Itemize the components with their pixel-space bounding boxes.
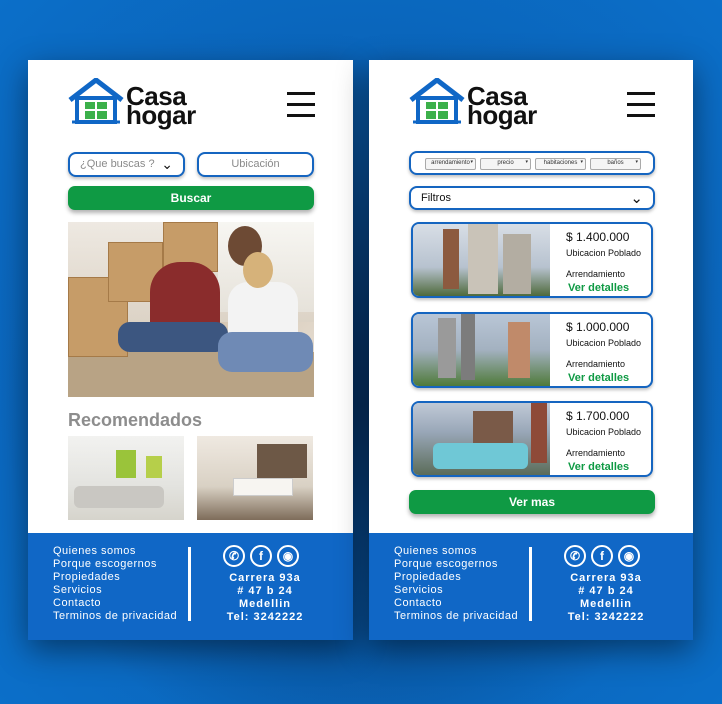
footer-link[interactable]: Quienes somos: [394, 545, 518, 558]
listing-location: Ubicacion Poblado: [566, 338, 642, 348]
listing-card[interactable]: $ 1.700.000 Ubicacion Poblado Arrendamie…: [411, 401, 653, 477]
footer-link[interactable]: Terminos de privacidad: [394, 610, 518, 623]
instagram-icon[interactable]: ◉: [618, 545, 640, 567]
filters-label: Filtros: [421, 192, 451, 204]
listing-card[interactable]: $ 1.000.000 Ubicacion Poblado Arrendamie…: [411, 312, 653, 388]
property-photo: [413, 403, 550, 475]
house-logo-icon: [409, 78, 465, 124]
address-line: Carrera 93a: [570, 572, 642, 584]
brand-name-line2: hogar: [126, 100, 196, 130]
filter-bar: arrendamiento ▾ precio ▾ habitaciones ▾ bañ…: [409, 151, 655, 175]
whatsapp-icon[interactable]: ✆: [564, 545, 586, 567]
city: Medellin: [238, 598, 291, 610]
social-links: ✆ f ◉: [223, 545, 303, 569]
footer-link[interactable]: Porque escogernos: [394, 558, 518, 571]
filter-precio[interactable]: precio ▾: [480, 158, 531, 170]
filter-habitaciones[interactable]: habitaciones ▾: [535, 158, 586, 170]
menu-icon[interactable]: [287, 92, 315, 120]
view-details-link[interactable]: Ver detalles: [568, 282, 629, 294]
footer: Quienes somos Porque escogernos Propieda…: [28, 533, 353, 640]
filter-arrendamiento[interactable]: arrendamiento ▾: [425, 158, 476, 170]
view-details-link[interactable]: Ver detalles: [568, 461, 629, 473]
city: Medellin: [579, 598, 632, 610]
listing-location: Ubicacion Poblado: [566, 427, 642, 437]
house-logo-icon: [68, 78, 124, 124]
brand-name-line2: hogar: [467, 100, 537, 130]
divider: [188, 547, 191, 621]
facebook-icon[interactable]: f: [591, 545, 613, 567]
contact-info: Carrera 93a # 47 b 24 Medellin Tel: 3242…: [541, 572, 671, 624]
filter-banos[interactable]: baños ▾: [590, 158, 641, 170]
property-photo: [413, 314, 550, 386]
address-line: # 47 b 24: [237, 585, 293, 597]
menu-icon[interactable]: [627, 92, 655, 120]
search-type-select[interactable]: ¿Que buscas ? ⌄: [68, 152, 185, 177]
listing-card[interactable]: $ 1.400.000 Ubicacion Poblado Arrendamie…: [411, 222, 653, 298]
see-more-button[interactable]: Ver mas: [409, 490, 655, 514]
footer: Quienes somos Porque escogernos Propieda…: [369, 533, 693, 640]
social-links: ✆ f ◉: [564, 545, 644, 569]
listing-price: $ 1.400.000: [566, 230, 630, 244]
facebook-icon[interactable]: f: [250, 545, 272, 567]
footer-links: Quienes somos Porque escogernos Propieda…: [53, 545, 177, 623]
footer-link[interactable]: Servicios: [53, 584, 177, 597]
section-title: Recomendados: [68, 410, 203, 430]
footer-link[interactable]: Propiedades: [53, 571, 177, 584]
instagram-icon[interactable]: ◉: [277, 545, 299, 567]
phone: Tel: 3242222: [567, 611, 645, 623]
footer-link[interactable]: Quienes somos: [53, 545, 177, 558]
recommended-property-2[interactable]: [197, 436, 313, 520]
phone: Tel: 3242222: [226, 611, 304, 623]
view-details-link[interactable]: Ver detalles: [568, 372, 629, 384]
divider: [529, 547, 532, 621]
listing-type: Arrendamiento: [566, 448, 626, 458]
footer-link[interactable]: Contacto: [53, 597, 177, 610]
listing-location: Ubicacion Poblado: [566, 248, 642, 258]
brand-logo[interactable]: Casa hogar: [68, 78, 198, 130]
hero-photo: [68, 222, 314, 397]
footer-links: Quienes somos Porque escogernos Propieda…: [394, 545, 518, 623]
address-line: # 47 b 24: [578, 585, 634, 597]
home-screen: Casa hogar ¿Que buscas ? ⌄ Ubicación Bus…: [28, 60, 353, 640]
chevron-down-icon: ⌄: [630, 190, 643, 207]
footer-link[interactable]: Porque escogernos: [53, 558, 177, 571]
listing-price: $ 1.700.000: [566, 409, 630, 423]
search-button[interactable]: Buscar: [68, 186, 314, 210]
brand-logo[interactable]: Casa hogar: [409, 78, 539, 130]
property-photo: [413, 224, 550, 296]
filters-dropdown[interactable]: Filtros ⌄: [409, 186, 655, 210]
contact-info: Carrera 93a # 47 b 24 Medellin Tel: 3242…: [200, 572, 330, 624]
address-line: Carrera 93a: [229, 572, 301, 584]
recommended-property-1[interactable]: [68, 436, 184, 520]
listing-type: Arrendamiento: [566, 359, 626, 369]
search-type-label: ¿Que buscas ?: [80, 158, 155, 170]
footer-link[interactable]: Terminos de privacidad: [53, 610, 177, 623]
footer-link[interactable]: Contacto: [394, 597, 518, 610]
chevron-down-icon: ⌄: [161, 156, 173, 172]
footer-link[interactable]: Propiedades: [394, 571, 518, 584]
whatsapp-icon[interactable]: ✆: [223, 545, 245, 567]
listing-price: $ 1.000.000: [566, 320, 630, 334]
footer-link[interactable]: Servicios: [394, 584, 518, 597]
location-input[interactable]: Ubicación: [197, 152, 314, 177]
listing-type: Arrendamiento: [566, 269, 626, 279]
listings-screen: Casa hogar arrendamiento ▾ precio ▾ habita…: [369, 60, 693, 640]
